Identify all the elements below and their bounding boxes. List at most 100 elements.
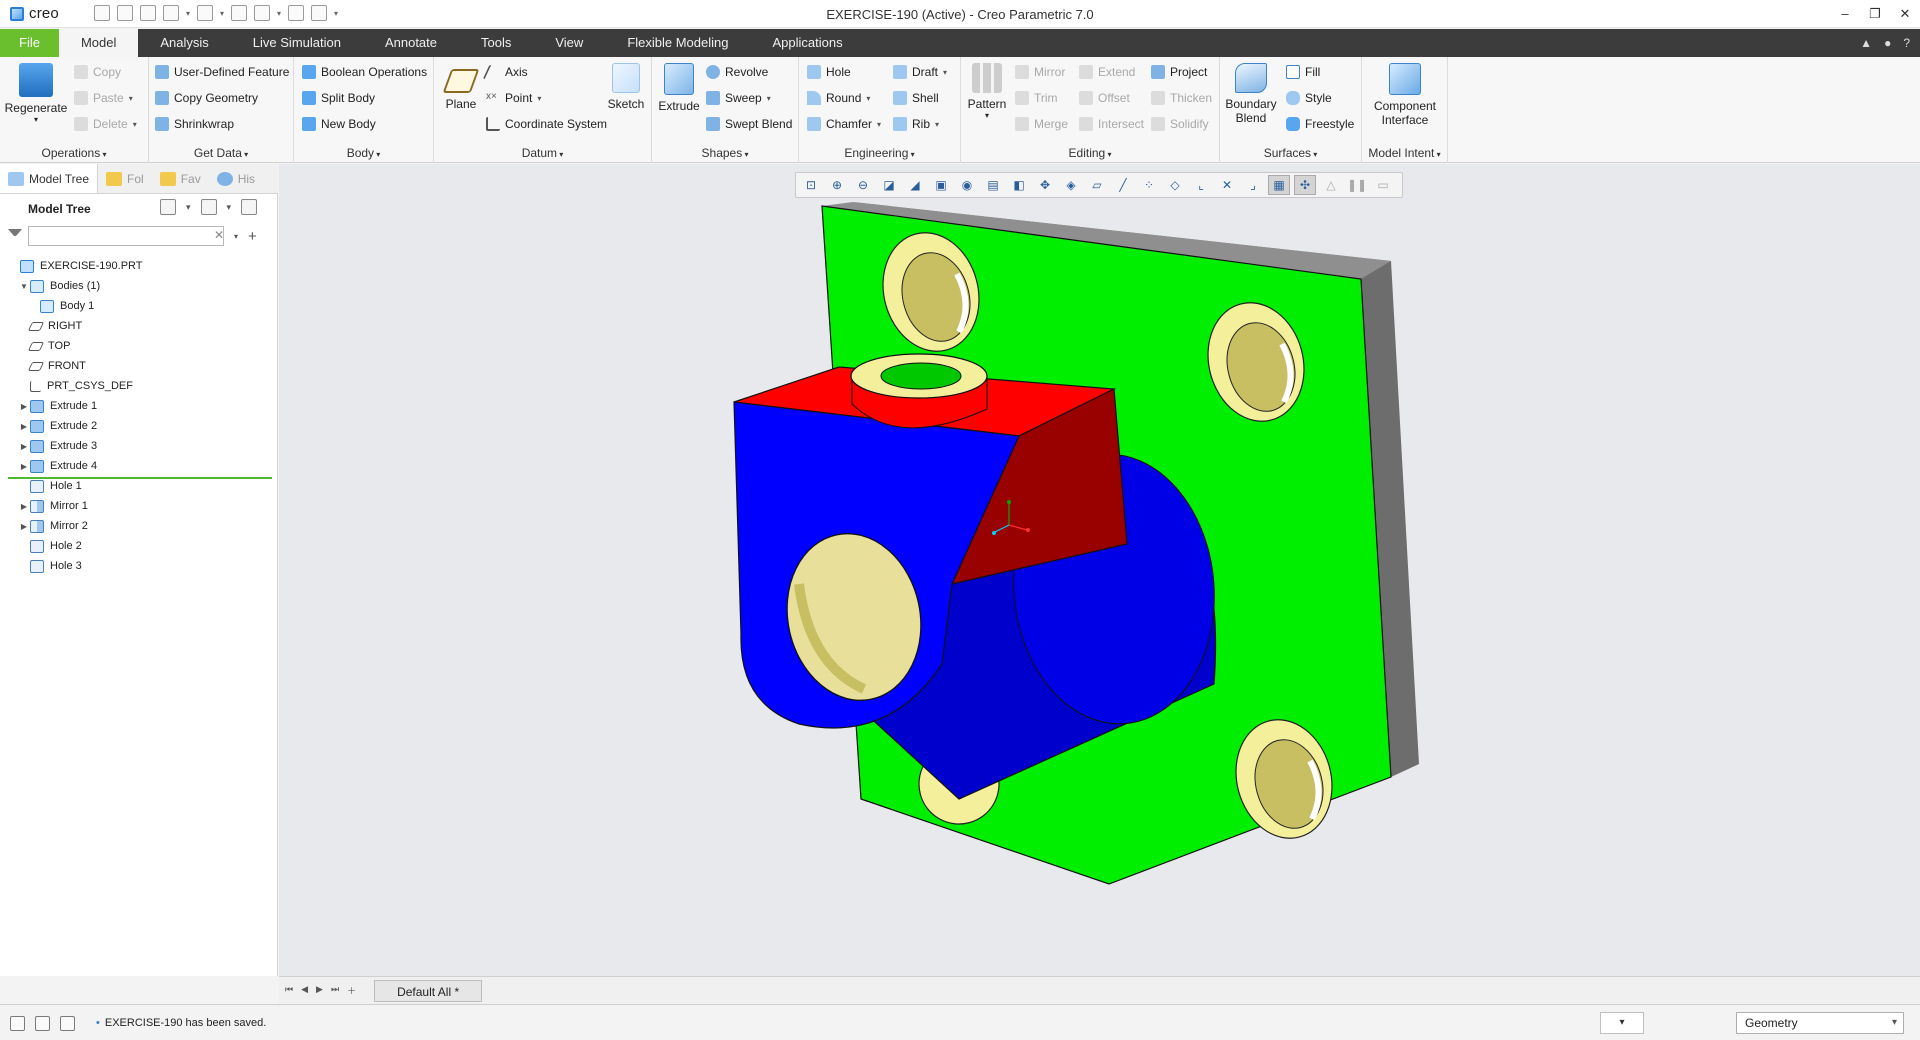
tree-filters-icon[interactable]: [241, 199, 258, 215]
show-browser-icon[interactable]: [35, 1016, 50, 1031]
plane-button[interactable]: Plane: [438, 63, 484, 111]
offset-button[interactable]: Offset: [1079, 88, 1130, 108]
group-shapes-label[interactable]: Shapes: [652, 146, 798, 160]
tree-item-top[interactable]: TOP: [0, 336, 278, 356]
shrinkwrap-button[interactable]: Shrinkwrap: [155, 114, 234, 134]
search-dropdown-icon[interactable]: ▾: [234, 232, 238, 241]
tab-model[interactable]: Model: [58, 29, 139, 57]
tab-tools[interactable]: Tools: [459, 29, 533, 57]
draft-button[interactable]: Draft ▾: [893, 62, 947, 82]
trim-button[interactable]: Trim: [1015, 88, 1058, 108]
help-icon[interactable]: ?: [1903, 29, 1910, 57]
group-operations-label[interactable]: Operations: [0, 146, 148, 160]
round-button[interactable]: Round ▾: [807, 88, 870, 108]
copy-geometry-button[interactable]: Copy Geometry: [155, 88, 258, 108]
new-body-button[interactable]: New Body: [302, 114, 376, 134]
expand-toggle-icon[interactable]: ▶: [18, 402, 30, 411]
sweep-button[interactable]: Sweep ▾: [706, 88, 771, 108]
tab-default-all[interactable]: Default All *: [374, 979, 483, 1002]
chamfer-button[interactable]: Chamfer ▾: [807, 114, 881, 134]
filter-icon[interactable]: [8, 229, 22, 243]
first-tab-icon[interactable]: ⏮: [285, 984, 293, 997]
sketch-button[interactable]: Sketch: [604, 63, 648, 111]
tree-settings-icon[interactable]: [160, 199, 176, 215]
boundary-blend-button[interactable]: Boundary Blend: [1224, 63, 1278, 125]
show-dropdown-icon[interactable]: ▾: [227, 202, 232, 213]
tree-item-extrude-4[interactable]: ▶ Extrude 4: [0, 456, 278, 476]
tab-view[interactable]: View: [533, 29, 605, 57]
extrude-button[interactable]: Extrude: [656, 63, 702, 113]
draft-dropdown-icon[interactable]: ▾: [943, 68, 947, 77]
project-button[interactable]: Project: [1151, 62, 1207, 82]
solidify-button[interactable]: Solidify: [1151, 114, 1209, 134]
add-column-icon[interactable]: +: [248, 228, 257, 245]
split-body-button[interactable]: Split Body: [302, 88, 375, 108]
thicken-button[interactable]: Thicken: [1151, 88, 1212, 108]
tree-item-extrude-3[interactable]: ▶ Extrude 3: [0, 436, 278, 456]
tab-annotate[interactable]: Annotate: [363, 29, 459, 57]
paste-button[interactable]: Paste ▾: [74, 88, 133, 108]
delete-dropdown-icon[interactable]: ▾: [133, 120, 137, 129]
tree-item-mirror-1[interactable]: ▶ Mirror 1: [0, 496, 278, 516]
group-body-label[interactable]: Body: [294, 146, 433, 160]
tree-item-right[interactable]: RIGHT: [0, 316, 278, 336]
tree-item-body-1[interactable]: Body 1: [0, 296, 278, 316]
mirror-button[interactable]: Mirror: [1015, 62, 1065, 82]
expand-toggle-icon[interactable]: ▶: [18, 502, 30, 511]
user-icon[interactable]: ●: [1884, 29, 1891, 57]
tree-item-front[interactable]: FRONT: [0, 356, 278, 376]
show-navigator-icon[interactable]: [10, 1016, 25, 1031]
tab-live-simulation[interactable]: Live Simulation: [231, 29, 363, 57]
pattern-dropdown-icon[interactable]: ▾: [965, 111, 1009, 120]
restore-button[interactable]: ❐: [1860, 0, 1890, 28]
add-tab-icon[interactable]: ＋: [347, 984, 356, 997]
collapse-ribbon-icon[interactable]: ▲: [1860, 29, 1872, 57]
insert-here-indicator[interactable]: [8, 477, 272, 479]
freestyle-button[interactable]: Freestyle: [1286, 114, 1354, 134]
find-icon[interactable]: ▾: [1600, 1012, 1644, 1034]
merge-button[interactable]: Merge: [1015, 114, 1068, 134]
expand-toggle-icon[interactable]: ▶: [18, 422, 30, 431]
boolean-operations-button[interactable]: Boolean Operations: [302, 62, 427, 82]
component-interface-button[interactable]: Component Interface: [1366, 63, 1444, 127]
group-surfaces-label[interactable]: Surfaces: [1220, 146, 1361, 160]
rib-dropdown-icon[interactable]: ▾: [935, 120, 939, 129]
tree-item-mirror-2[interactable]: ▶ Mirror 2: [0, 516, 278, 536]
clear-search-icon[interactable]: ✕: [214, 228, 224, 242]
point-button[interactable]: x× Point ▾: [486, 88, 541, 108]
next-tab-icon[interactable]: ▶: [316, 984, 323, 997]
tab-history[interactable]: His: [209, 164, 263, 193]
hole-button[interactable]: Hole: [807, 62, 851, 82]
coordinate-system-button[interactable]: Coordinate System: [486, 114, 607, 134]
expand-toggle-icon[interactable]: ▶: [18, 462, 30, 471]
tree-item-hole-3[interactable]: Hole 3: [0, 556, 278, 576]
full-screen-icon[interactable]: [60, 1016, 75, 1031]
sweep-dropdown-icon[interactable]: ▾: [767, 94, 771, 103]
point-dropdown-icon[interactable]: ▾: [537, 94, 541, 103]
group-get-data-label[interactable]: Get Data: [149, 146, 293, 160]
prev-tab-icon[interactable]: ◀: [301, 984, 308, 997]
round-dropdown-icon[interactable]: ▾: [866, 94, 870, 103]
tab-flexible-modeling[interactable]: Flexible Modeling: [605, 29, 750, 57]
tab-favorites[interactable]: Fav: [152, 164, 209, 193]
chamfer-dropdown-icon[interactable]: ▾: [877, 120, 881, 129]
group-model-intent-label[interactable]: Model Intent: [1362, 146, 1447, 160]
tree-item-exercise-190-prt[interactable]: EXERCISE-190.PRT: [0, 256, 278, 276]
extend-button[interactable]: Extend: [1079, 62, 1135, 82]
group-datum-label[interactable]: Datum: [434, 146, 651, 160]
rib-button[interactable]: Rib ▾: [893, 114, 939, 134]
copy-button[interactable]: Copy: [74, 62, 121, 82]
selection-filter-select[interactable]: Geometry: [1736, 1012, 1904, 1034]
axis-button[interactable]: Axis: [482, 62, 528, 82]
expand-toggle-icon[interactable]: ▼: [18, 282, 30, 291]
tree-item-hole-1[interactable]: Hole 1: [0, 476, 278, 496]
style-button[interactable]: Style: [1286, 88, 1332, 108]
tree-item-extrude-2[interactable]: ▶ Extrude 2: [0, 416, 278, 436]
delete-button[interactable]: Delete ▾: [74, 114, 137, 134]
regenerate-dropdown-icon[interactable]: ▾: [4, 115, 68, 124]
group-editing-label[interactable]: Editing: [961, 146, 1219, 160]
regenerate-button[interactable]: Regenerate ▾: [4, 63, 68, 124]
tab-analysis[interactable]: Analysis: [138, 29, 230, 57]
tree-item-hole-2[interactable]: Hole 2: [0, 536, 278, 556]
show-icon[interactable]: [200, 199, 217, 215]
